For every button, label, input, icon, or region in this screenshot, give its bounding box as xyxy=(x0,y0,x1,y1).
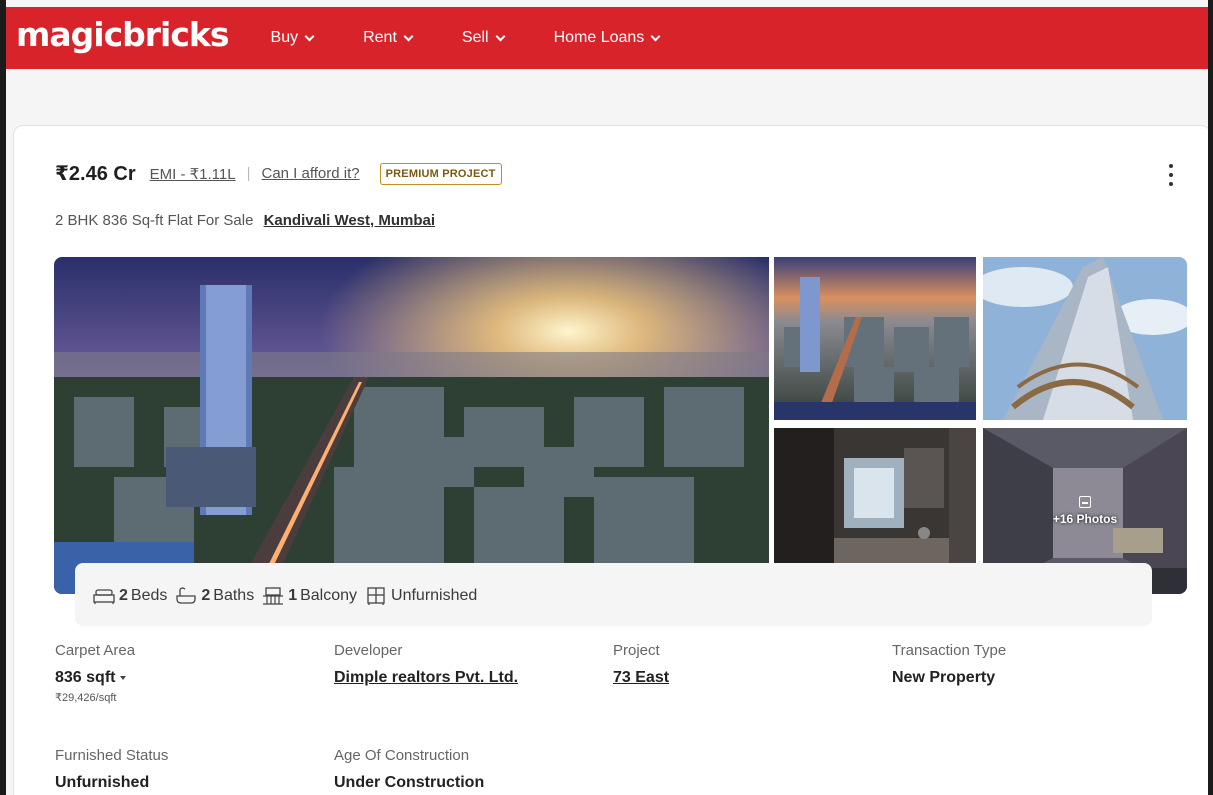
carpet-area-value-row[interactable]: 836 sqft xyxy=(55,669,135,687)
nav-rent-label: Rent xyxy=(363,29,397,46)
furnished-value: Unfurnished xyxy=(55,774,150,791)
chevron-down-icon xyxy=(650,31,661,41)
listing-title: 2 BHK 836 Sq-ft Flat For Sale xyxy=(55,212,254,229)
nav-buy[interactable]: Buy xyxy=(270,29,315,47)
furnished-status: Furnished Status Unfurnished xyxy=(55,747,168,792)
carpet-area-value: 836 sqft xyxy=(55,669,116,686)
photos-count: +16 Photos xyxy=(1052,512,1118,526)
age-value: Under Construction xyxy=(334,774,485,791)
price: ₹2.46 Cr xyxy=(55,163,136,185)
developer-label: Developer xyxy=(334,642,403,659)
price-row: ₹2.46 Cr EMI - ₹1.11L | Can I afford it?… xyxy=(55,161,502,186)
balcony-count: 1 xyxy=(288,586,298,604)
chevron-down-icon xyxy=(304,31,315,41)
caret-down-icon[interactable] xyxy=(120,675,127,680)
age-of-construction: Age Of Construction Under Construction xyxy=(334,747,484,792)
listing-subtitle: 2 BHK 836 Sq-ft Flat For Sale Kandivali … xyxy=(55,212,435,229)
developer: Developer Dimple realtors Pvt. Ltd. xyxy=(334,642,518,687)
project: Project 73 East xyxy=(613,642,669,687)
transaction-label: Transaction Type xyxy=(892,642,1007,659)
transaction-type: Transaction Type New Property xyxy=(892,642,1006,687)
gallery-thumb-2[interactable] xyxy=(983,257,1187,420)
photo-gallery: +16 Photos xyxy=(54,257,1187,594)
chevron-down-icon xyxy=(403,31,414,41)
bathtub-icon xyxy=(176,586,197,604)
transaction-value: New Property xyxy=(892,669,996,686)
nav-sell[interactable]: Sell xyxy=(461,29,506,47)
skyline-render-image xyxy=(54,257,769,594)
emi-link[interactable]: EMI - ₹1.11L xyxy=(150,165,236,183)
bed-icon xyxy=(93,588,115,604)
balcony-info: 1 Balcony xyxy=(262,587,357,605)
magicbricks-logo[interactable]: magicbricks xyxy=(16,15,230,54)
location-link[interactable]: Kandivali West, Mumbai xyxy=(264,212,435,229)
afford-link[interactable]: Can I afford it? xyxy=(262,165,360,182)
premium-project-badge: PREMIUM PROJECT xyxy=(379,162,502,185)
main-photo[interactable] xyxy=(54,257,769,594)
window-frame-left xyxy=(0,0,6,795)
nav-home-loans-label: Home Loans xyxy=(553,29,645,46)
balcony-label: Balcony xyxy=(300,586,358,604)
separator: | xyxy=(246,165,251,182)
carpet-area: Carpet Area 836 sqft ₹29,426/sqft xyxy=(55,642,135,704)
beds-count: 2 xyxy=(119,586,128,604)
project-label: Project xyxy=(613,642,660,659)
nav-home-loans[interactable]: Home Loans xyxy=(553,29,661,47)
carpet-area-label: Carpet Area xyxy=(55,642,136,659)
price-per-sqft: ₹29,426/sqft xyxy=(55,692,117,704)
furnishing-label: Unfurnished xyxy=(391,586,478,604)
balcony-icon xyxy=(263,586,284,605)
beds-label: Beds xyxy=(130,586,168,604)
skyline-thumb-image xyxy=(774,257,976,420)
amenities-bar: 2 Beds 2 Baths 1 Balcony Unfurnished xyxy=(75,563,1152,626)
property-card[interactable]: ₹2.46 Cr EMI - ₹1.11L | Can I afford it?… xyxy=(13,125,1211,795)
baths-info: 2 Baths xyxy=(175,587,254,605)
baths-label: Baths xyxy=(213,586,255,604)
gallery-thumb-1[interactable] xyxy=(774,257,976,420)
tower-facade-image xyxy=(983,257,1187,420)
nav-rent[interactable]: Rent xyxy=(363,29,414,47)
furnished-label: Furnished Status xyxy=(55,747,169,764)
nav-sell-label: Sell xyxy=(461,29,489,46)
project-link[interactable]: 73 East xyxy=(613,669,669,687)
chevron-down-icon xyxy=(495,31,506,41)
developer-link[interactable]: Dimple realtors Pvt. Ltd. xyxy=(334,669,518,687)
photo-gallery-icon xyxy=(1079,496,1091,508)
age-label: Age Of Construction xyxy=(334,747,470,764)
window-frame-right xyxy=(1208,0,1213,795)
nav-buy-label: Buy xyxy=(270,29,299,46)
furnishing-info: Unfurnished xyxy=(365,587,477,605)
top-navbar: magicbricks Buy Rent Sell Home Loans xyxy=(6,7,1208,69)
wardrobe-icon xyxy=(367,586,385,605)
baths-count: 2 xyxy=(201,586,211,604)
more-options-icon[interactable] xyxy=(1168,164,1174,186)
main-nav: Buy Rent Sell Home Loans xyxy=(271,29,710,47)
beds-info: 2 Beds xyxy=(93,587,167,605)
